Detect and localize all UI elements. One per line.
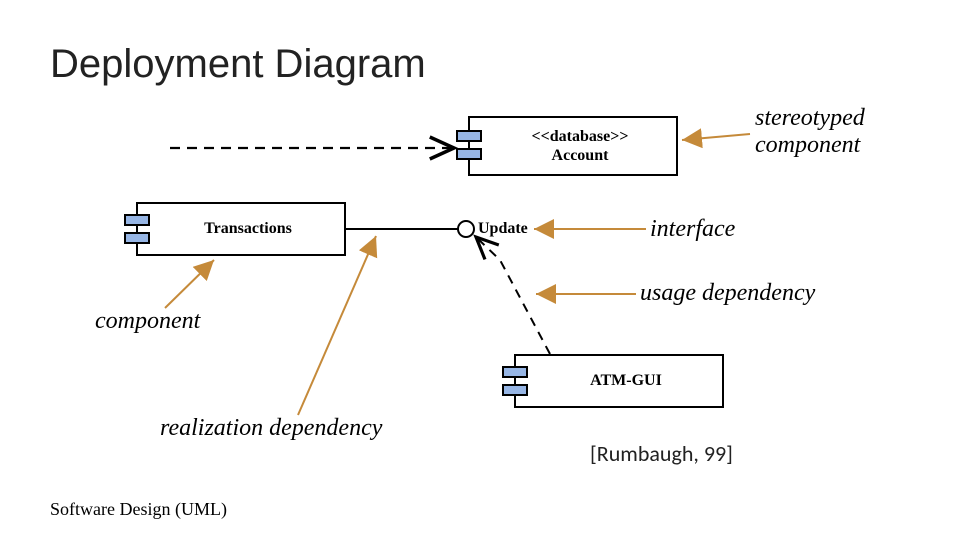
component-tab-icon [502,384,528,396]
component-name: Transactions [204,220,292,237]
component-stereotype: <<database>> [532,128,629,145]
page-title: Deployment Diagram [50,42,426,87]
component-tab-icon [502,366,528,378]
annot-interface: interface [650,216,735,243]
component-account: <<database>> Account [468,116,678,176]
component-atmgui: ATM-GUI [514,354,724,408]
component-transactions: Transactions [136,202,346,256]
component-name: Account [552,147,609,164]
annot-stereotyped: stereotypedcomponent [755,105,865,159]
component-tab-icon [124,214,150,226]
annot-realization: realization dependency [160,415,382,442]
component-tab-icon [124,232,150,244]
component-name: ATM-GUI [590,372,662,389]
annot-component: component [95,308,200,335]
annot-usage: usage dependency [640,280,815,307]
interface-label: Update [478,220,528,238]
component-tab-icon [456,130,482,142]
citation: [Rumbaugh, 99] [590,440,733,467]
component-tab-icon [456,148,482,160]
footer: Software Design (UML) [50,499,227,520]
